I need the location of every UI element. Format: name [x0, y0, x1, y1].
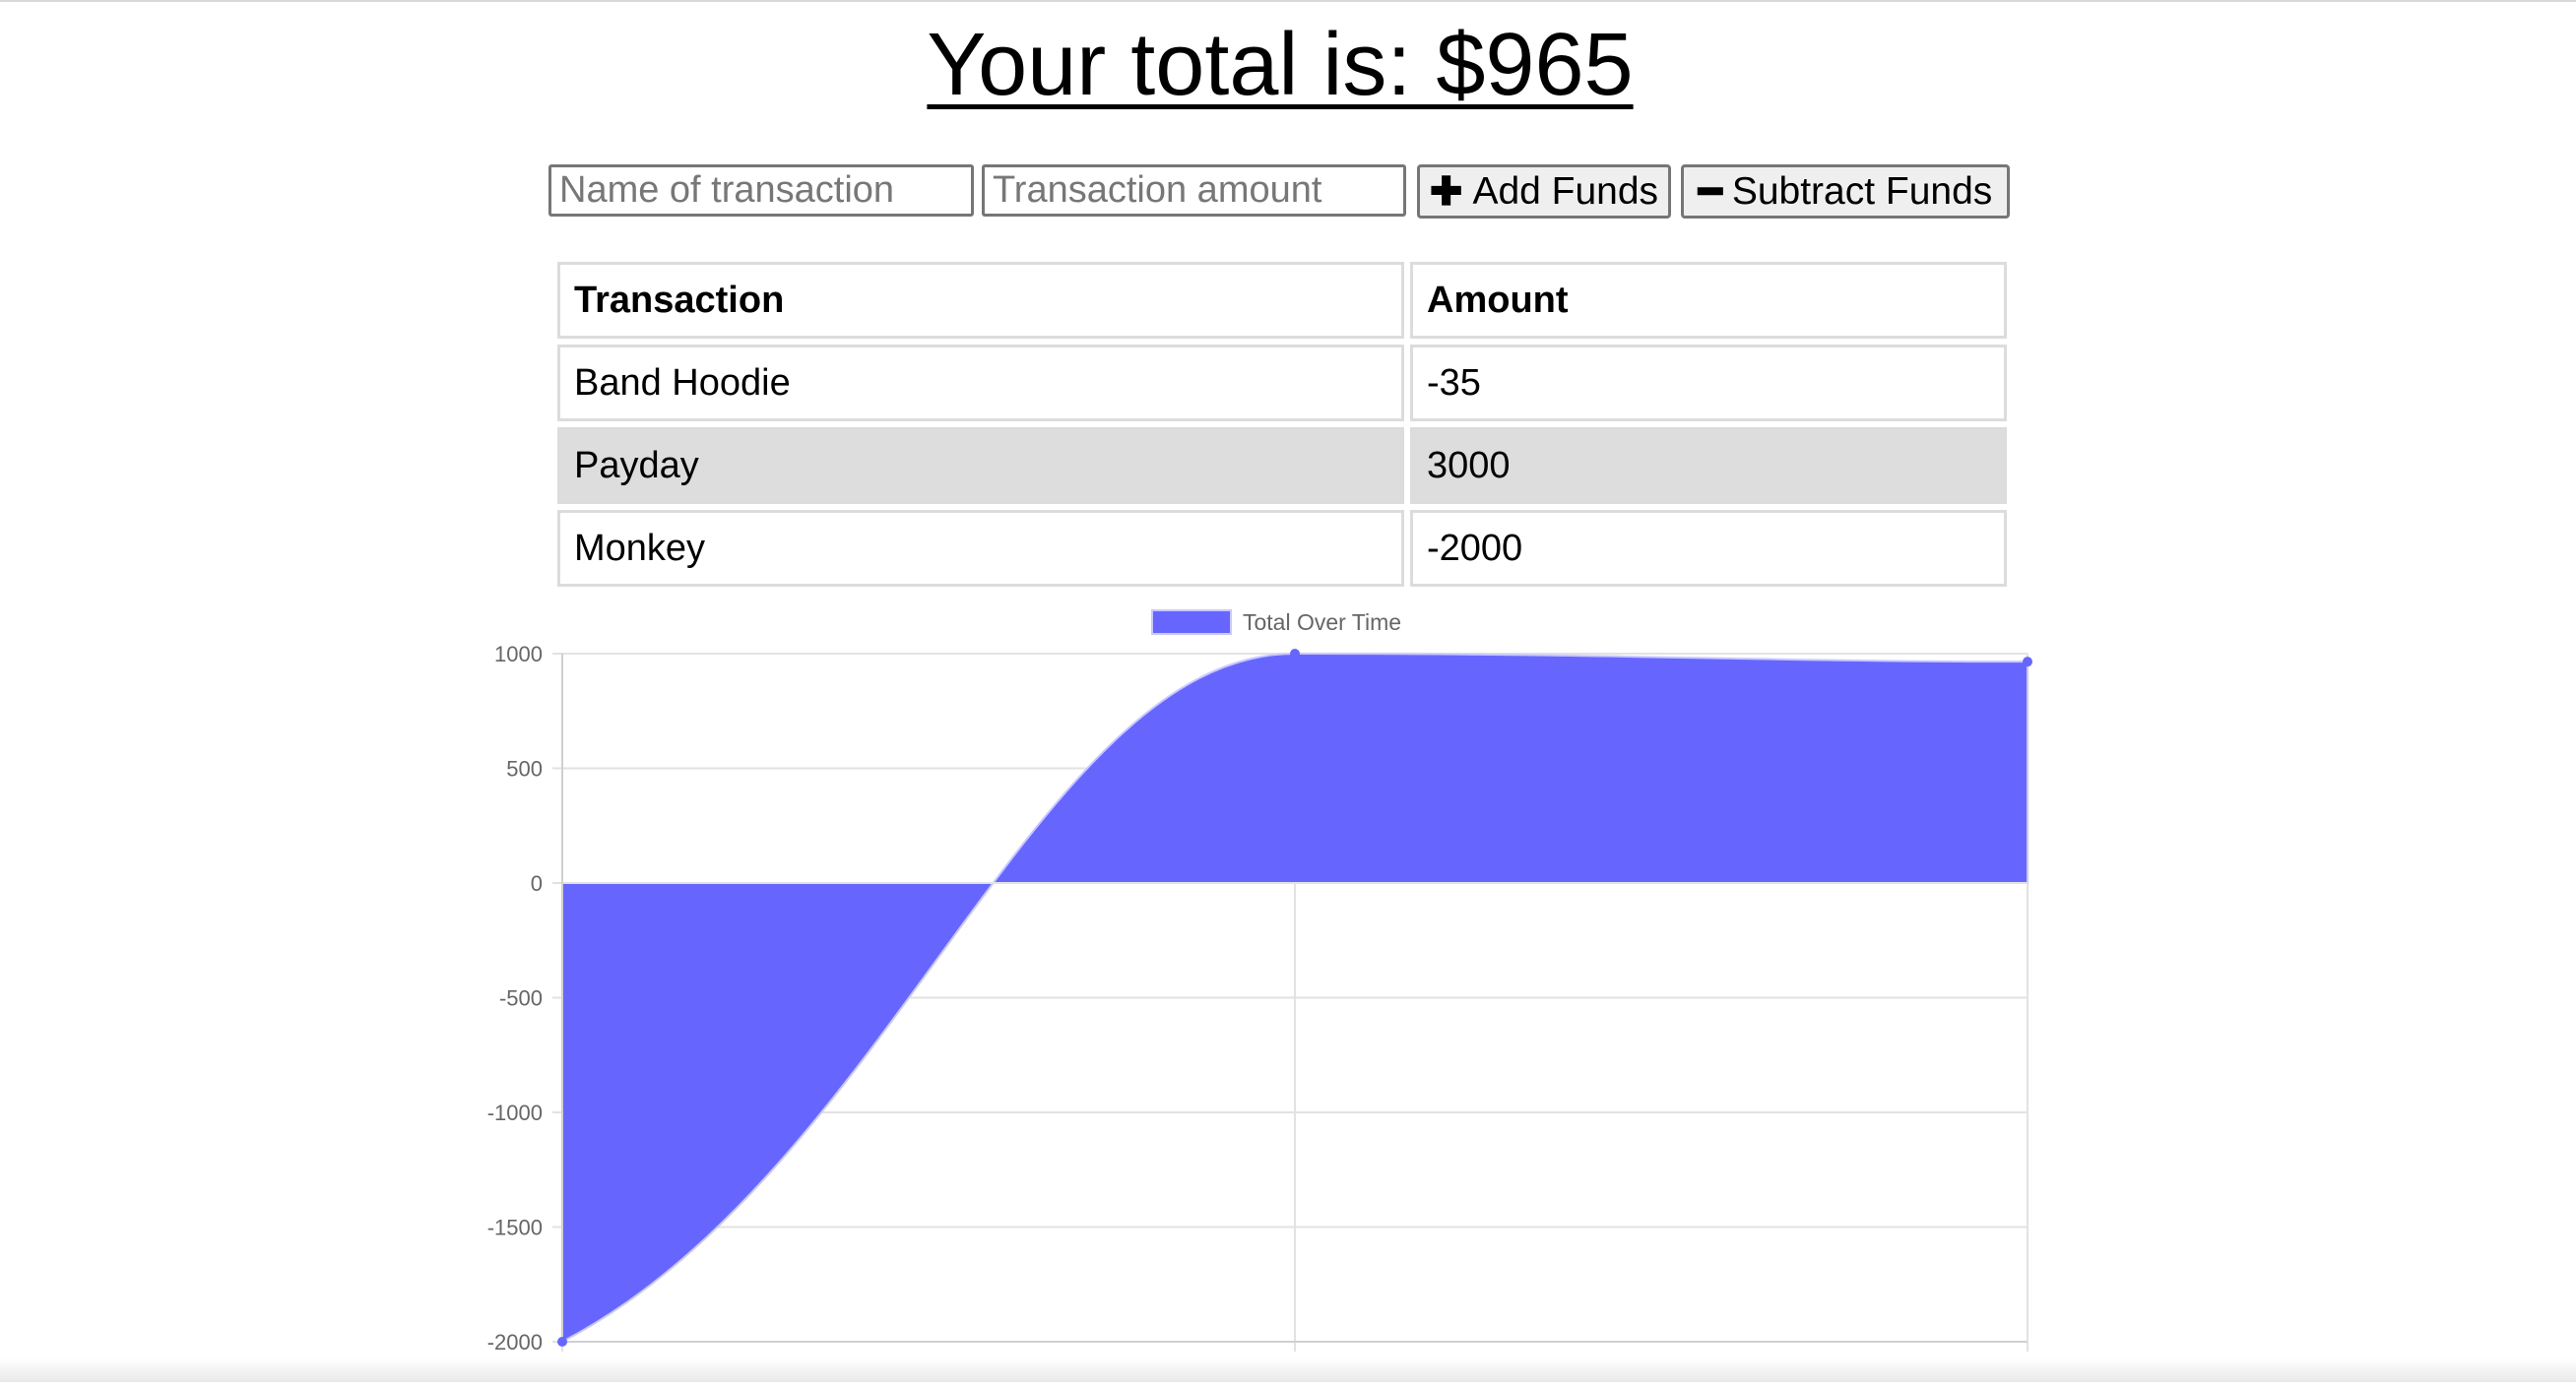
add-funds-button[interactable]: ✚ Add Funds [1417, 164, 1671, 219]
transaction-name: Monkey [557, 510, 1404, 587]
y-tick-label: 500 [506, 757, 543, 782]
y-tick-label: -1500 [487, 1216, 543, 1240]
chart-canvas: 10005000-500-1000-1500-200011/12/202011/… [487, 609, 2081, 1383]
transaction-name: Payday [557, 427, 1404, 504]
transaction-amount: -2000 [1410, 510, 2007, 587]
data-point [1290, 649, 1300, 659]
subtract-funds-button[interactable]: ━ Subtract Funds [1681, 164, 2010, 219]
top-border [0, 0, 2576, 2]
column-header-transaction: Transaction [557, 262, 1404, 339]
plus-icon: ✚ [1429, 169, 1463, 214]
subtract-funds-label: Subtract Funds [1731, 169, 1993, 213]
page-title: Your total is: $965 [927, 16, 1634, 114]
bottom-edge [0, 1358, 2576, 1382]
y-tick-label: -1000 [487, 1101, 543, 1125]
transaction-amount: 3000 [1410, 427, 2007, 504]
y-tick-label: -2000 [487, 1330, 543, 1355]
y-tick-label: 1000 [494, 642, 543, 666]
transaction-name: Band Hoodie [557, 345, 1404, 421]
column-header-amount: Amount [1410, 262, 2007, 339]
minus-icon: ━ [1698, 169, 1722, 214]
transaction-amount: -35 [1410, 345, 2007, 421]
total-over-time-chart: 10005000-500-1000-1500-200011/12/202011/… [0, 591, 2576, 1383]
transaction-amount-input[interactable] [982, 164, 1406, 217]
y-tick-label: 0 [531, 871, 543, 896]
legend-swatch [1151, 609, 1232, 635]
table-row: Payday 3000 [557, 427, 2007, 504]
table-row: Monkey -2000 [557, 510, 2007, 587]
legend-label: Total Over Time [1243, 609, 1401, 635]
transactions-table: Transaction Amount Band Hoodie -35 Payda… [551, 256, 2013, 593]
transaction-name-input[interactable] [548, 164, 974, 217]
add-funds-label: Add Funds [1472, 169, 1659, 213]
data-point [557, 1337, 567, 1347]
table-header-row: Transaction Amount [557, 262, 2007, 339]
y-tick-label: -500 [499, 986, 543, 1011]
data-point [2023, 657, 2032, 667]
table-row: Band Hoodie -35 [557, 345, 2007, 421]
